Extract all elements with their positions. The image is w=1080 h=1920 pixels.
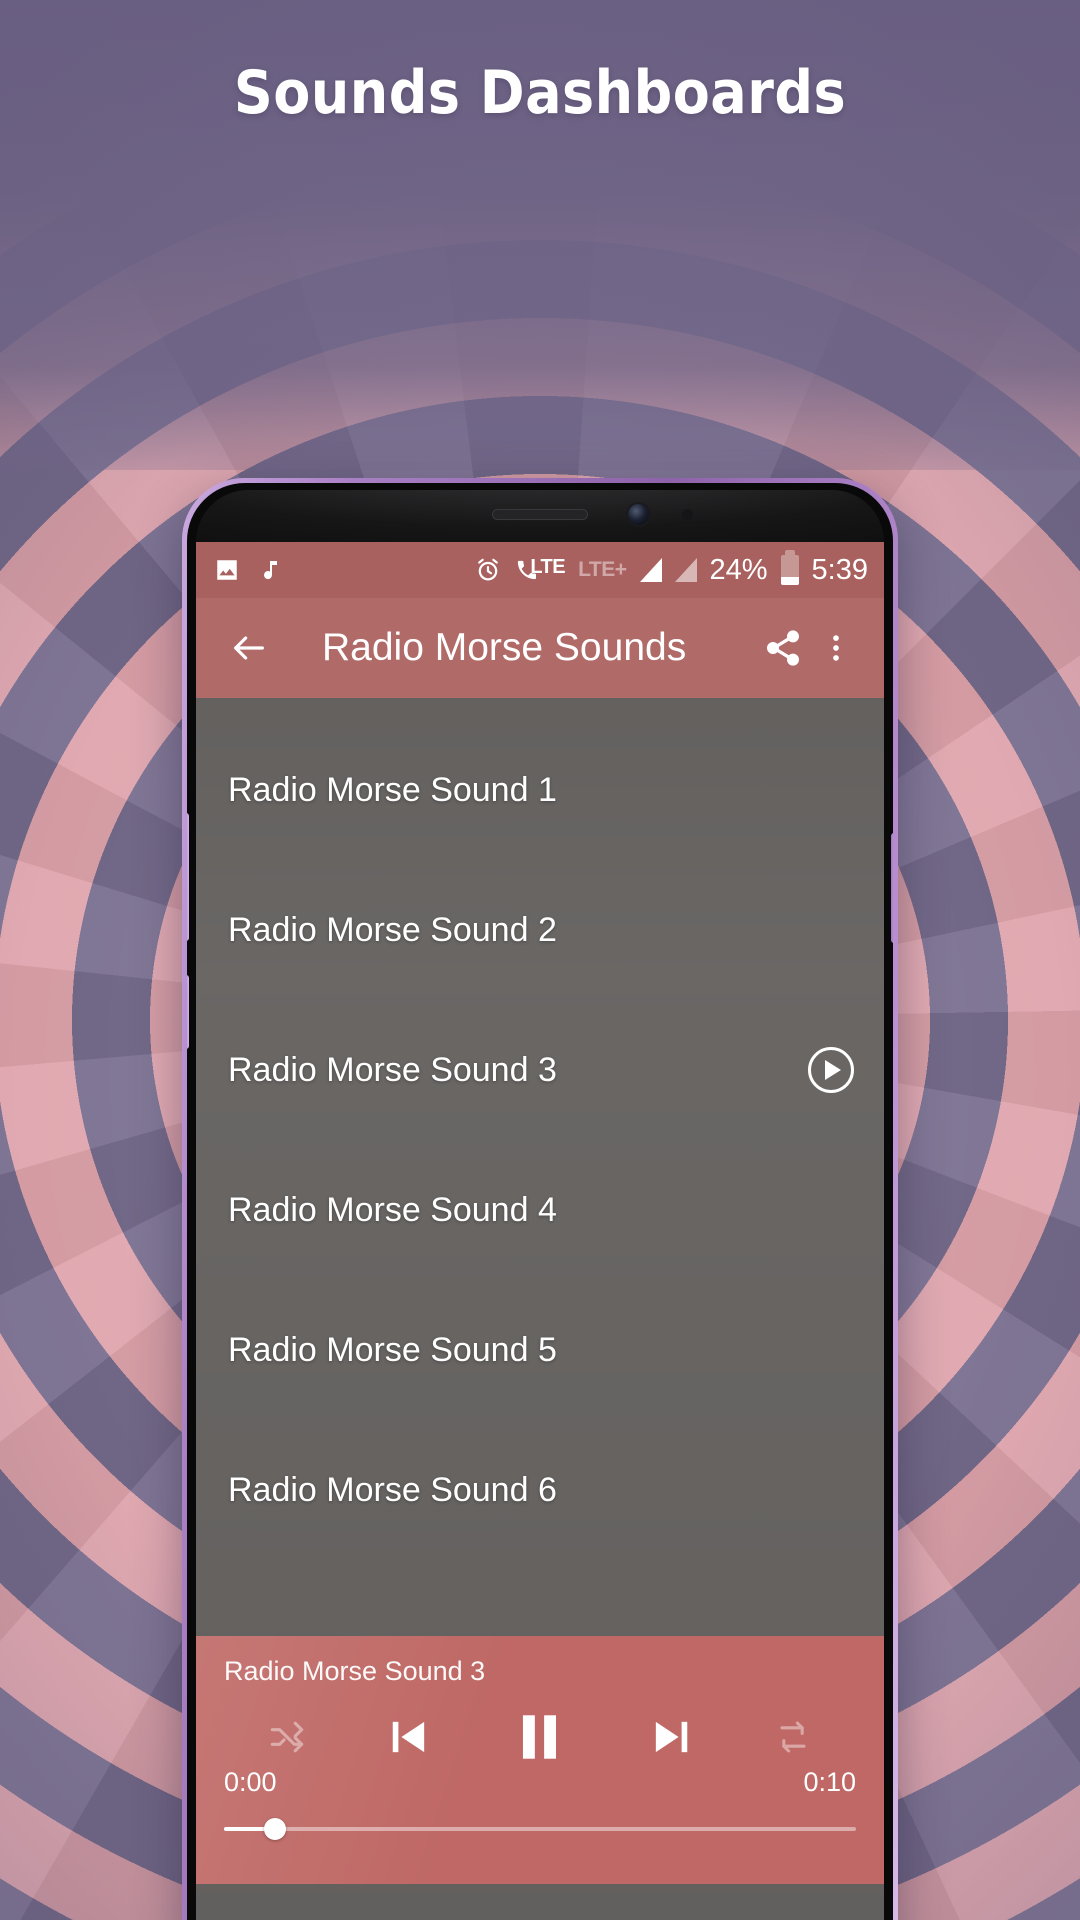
skip-previous-icon (392, 1721, 425, 1753)
image-icon (214, 557, 240, 583)
pause-icon (522, 1715, 557, 1759)
lte-plus-label: LTE+ (578, 558, 627, 581)
duration-time: 0:10 (803, 1767, 856, 1797)
app-toolbar: Radio Morse Sounds (196, 598, 884, 698)
list-item[interactable]: Radio Morse Sound 2 (196, 860, 884, 1000)
list-item[interactable]: Radio Morse Sound 1 (196, 720, 884, 860)
phone-body: LTE LTE+ 24% 5:39 Radio Morse Sounds Rad… (187, 483, 893, 1920)
list-item[interactable]: Radio Morse Sound 6 (196, 1420, 884, 1560)
share-button[interactable] (752, 617, 814, 679)
alarm-clock-icon (474, 556, 502, 584)
toolbar-title: Radio Morse Sounds (322, 626, 687, 669)
phone-top-bezel (196, 490, 884, 542)
player-bar: Radio Morse Sound 3 0:00 0:10 (196, 1636, 884, 1884)
list-item[interactable]: Radio Morse Sound 3 (196, 1000, 884, 1140)
list-item-label: Radio Morse Sound 5 (228, 1330, 557, 1369)
more-vertical-icon (833, 635, 839, 661)
arrow-left-icon (234, 636, 264, 660)
seek-track (224, 1827, 856, 1831)
sound-list[interactable]: Radio Morse Sound 1 Radio Morse Sound 2 … (196, 698, 884, 1618)
play-icon[interactable] (808, 1047, 854, 1093)
battery-percent: 24% (709, 553, 768, 586)
previous-button[interactable] (383, 1711, 435, 1763)
overflow-menu-button[interactable] (814, 617, 858, 679)
repeat-button[interactable] (771, 1715, 815, 1759)
next-button[interactable] (645, 1711, 697, 1763)
volume-button[interactable] (187, 813, 189, 941)
shuffle-button[interactable] (265, 1715, 309, 1759)
skip-next-icon (655, 1721, 688, 1753)
elapsed-time: 0:00 (224, 1767, 277, 1797)
list-item-label: Radio Morse Sound 2 (228, 910, 557, 949)
back-button[interactable] (218, 617, 280, 679)
repeat-icon (780, 1721, 806, 1753)
battery-icon (780, 550, 799, 585)
phone-mockup: LTE LTE+ 24% 5:39 Radio Morse Sounds Rad… (182, 478, 898, 1920)
play-pause-button[interactable] (509, 1706, 571, 1768)
status-bar: LTE LTE+ 24% 5:39 (196, 542, 884, 598)
signal-bars-icon-2 (674, 558, 697, 582)
clock: 5:39 (811, 553, 868, 586)
phone-screen: LTE LTE+ 24% 5:39 Radio Morse Sounds Rad… (196, 542, 884, 1920)
promo-graphic: Sounds Dashboards LTE LTE+ 24% 5:39 Radi… (0, 0, 1080, 1920)
lte-label: LTE (530, 556, 566, 578)
list-item-label: Radio Morse Sound 6 (228, 1470, 557, 1509)
list-item[interactable]: Radio Morse Sound 5 (196, 1280, 884, 1420)
list-item-label: Radio Morse Sound 3 (228, 1050, 557, 1089)
list-item-label: Radio Morse Sound 1 (228, 770, 557, 809)
phone-lte-icon: LTE (515, 556, 566, 583)
page-title: Sounds Dashboards (233, 58, 847, 128)
list-item-label: Radio Morse Sound 4 (228, 1190, 557, 1229)
now-playing-title: Radio Morse Sound 3 (224, 1656, 486, 1686)
power-button[interactable] (891, 833, 893, 943)
earpiece-speaker (492, 509, 588, 520)
list-item[interactable]: Radio Morse Sound 4 (196, 1140, 884, 1280)
share-icon (767, 630, 799, 666)
seek-thumb[interactable] (263, 1818, 286, 1840)
signal-bars-icon (639, 558, 662, 582)
assistant-button[interactable] (187, 975, 189, 1049)
shuffle-icon (270, 1721, 304, 1753)
player-times: 0:00 0:10 (224, 1767, 856, 1798)
proximity-sensor (682, 509, 693, 520)
music-note-icon (258, 557, 282, 583)
front-camera (628, 504, 649, 525)
seek-bar[interactable] (224, 1814, 856, 1844)
